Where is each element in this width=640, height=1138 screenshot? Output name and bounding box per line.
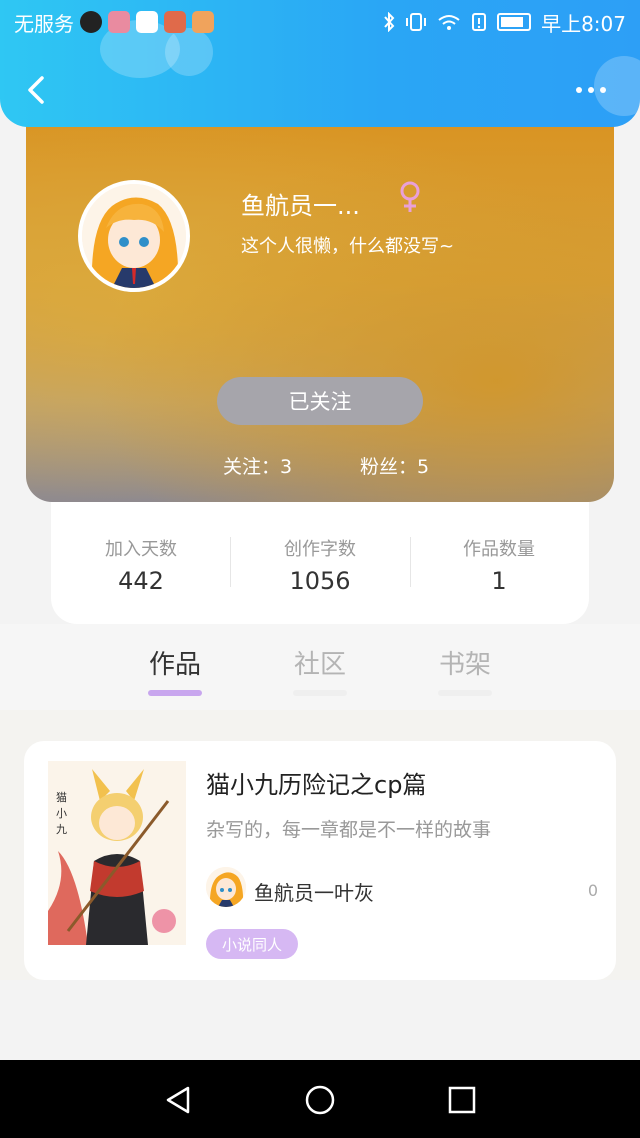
circle-home-icon[interactable] (300, 1080, 340, 1120)
stat-join-days: 加入天数 442 (51, 535, 231, 595)
stat-label: 作品数量 (463, 539, 535, 560)
app-icon (108, 11, 130, 33)
status-bar: 无服务 早上8:07 (0, 0, 640, 44)
stat-value: 1 (491, 567, 507, 595)
tab-works[interactable]: 作品 (130, 644, 220, 681)
work-count: 0 (587, 881, 598, 900)
stat-label: 创作字数 (284, 539, 356, 560)
more-options-icon[interactable] (576, 82, 612, 98)
category-tag[interactable]: 小说同人 (206, 929, 299, 959)
tiktok-icon (80, 11, 102, 33)
carrier-text: 无服务 (14, 11, 74, 36)
tab-community[interactable]: 社区 (275, 644, 365, 681)
following-count[interactable]: 关注：3 (223, 452, 292, 479)
work-card[interactable]: 猫 小 九 猫小九历险记之cp篇 杂写的，每一章都是不一样的故事 鱼航员一叶灰 … (24, 741, 616, 980)
system-nav-bar (0, 1060, 640, 1138)
stat-work-count: 作品数量 1 (409, 535, 589, 595)
dot (600, 87, 606, 93)
avatar-illustration (82, 184, 186, 288)
author-name[interactable]: 鱼航员一叶灰 (254, 877, 374, 906)
stat-value: 442 (118, 567, 164, 595)
work-description: 杂写的，每一章都是不一样的故事 (206, 819, 492, 841)
top-header: 无服务 早上8:07 (0, 0, 640, 127)
book-cover[interactable]: 猫 小 九 (48, 761, 186, 945)
cover-title-text: 小 (56, 807, 67, 820)
username: 鱼航员一... (241, 192, 360, 220)
tab-indicator (293, 690, 347, 696)
following-button[interactable]: 已关注 (217, 377, 423, 425)
vibrate-icon (406, 13, 427, 31)
female-symbol-icon (400, 181, 420, 212)
wifi-icon (438, 15, 460, 30)
battery-icon (497, 13, 532, 31)
author-avatar-illustration (206, 867, 246, 907)
stat-word-count: 创作字数 1056 (230, 535, 410, 595)
user-bio: 这个人很懒，什么都没写~ (241, 236, 455, 257)
baidu-icon (136, 11, 158, 33)
stat-label: 加入天数 (105, 539, 177, 560)
dot (588, 87, 594, 93)
cover-title-text: 九 (56, 823, 67, 836)
followers-count[interactable]: 粉丝：5 (360, 452, 429, 479)
tab-bar: 作品 社区 书架 (0, 624, 640, 710)
dot (576, 87, 582, 93)
news-icon (164, 11, 186, 33)
square-recent-icon[interactable] (442, 1080, 482, 1120)
bluetooth-icon (384, 12, 395, 32)
stats-card: 加入天数 442 创作字数 1056 作品数量 1 (51, 497, 589, 624)
cover-illustration: 猫 小 九 (48, 761, 186, 945)
clock-text: 早上8:07 (541, 11, 626, 36)
profile-card: 鱼航员一... 这个人很懒，什么都没写~ 已关注 关注：3 粉丝：5 (26, 100, 614, 502)
user-avatar[interactable] (78, 180, 190, 292)
triangle-back-icon[interactable] (158, 1080, 198, 1120)
sim-alert-icon (472, 13, 487, 31)
video-icon (192, 11, 214, 33)
tab-bookshelf[interactable]: 书架 (420, 644, 510, 681)
work-title[interactable]: 猫小九历险记之cp篇 (206, 765, 426, 800)
cover-title-text: 猫 (56, 791, 67, 804)
tab-indicator (438, 690, 492, 696)
tab-indicator-active (148, 690, 202, 696)
back-chevron-icon[interactable] (20, 70, 50, 110)
author-avatar[interactable] (206, 867, 246, 907)
stat-value: 1056 (289, 567, 351, 595)
